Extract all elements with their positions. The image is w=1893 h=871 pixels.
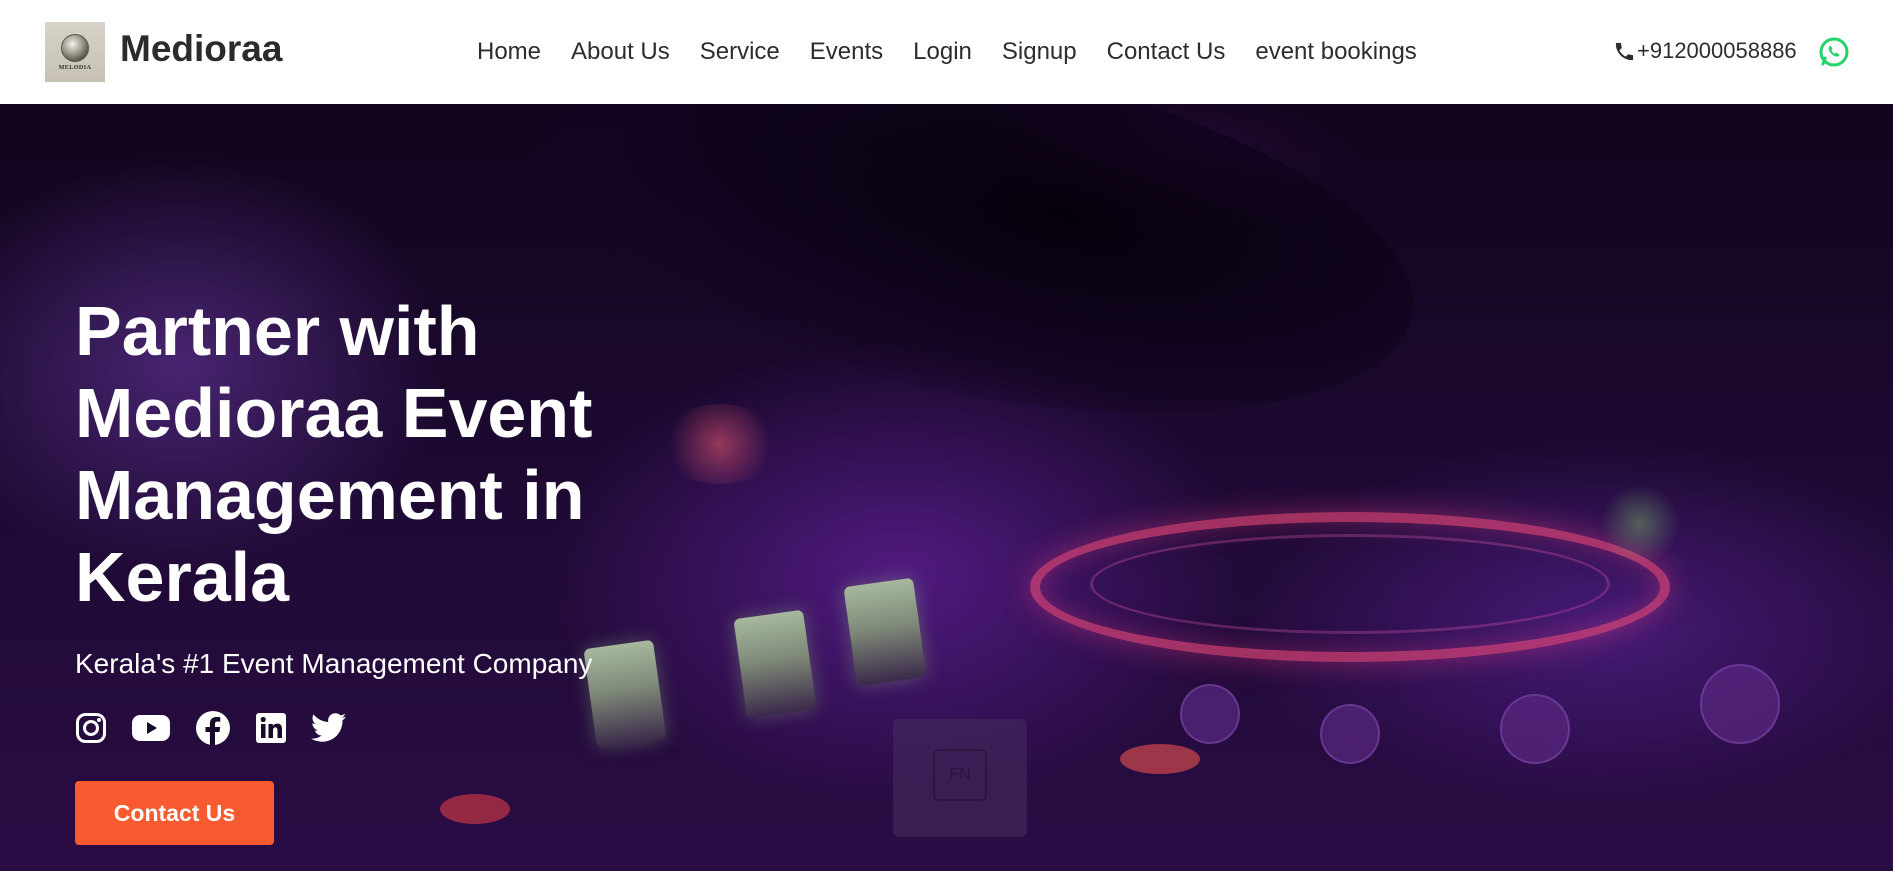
brand-name[interactable]: Medioraa — [120, 28, 282, 70]
nav-service[interactable]: Service — [700, 38, 780, 66]
hero-title: Partner with Medioraa Event Management i… — [75, 292, 593, 616]
twitter-icon[interactable] — [311, 713, 347, 743]
phone-number: +912000058886 — [1637, 38, 1797, 63]
nav-event-bookings[interactable]: event bookings — [1255, 38, 1416, 66]
navbar: MELODIA Medioraa Home About Us Service E… — [0, 0, 1893, 104]
logo-disc — [61, 33, 89, 62]
hero-background-glow — [1600, 484, 1680, 564]
contact-us-button[interactable]: Contact Us — [75, 781, 274, 845]
hero-background-knob — [1320, 704, 1380, 764]
hero-subtitle: Kerala's #1 Event Management Company — [75, 648, 593, 679]
hero-background-fader — [583, 639, 667, 749]
nav-contact-us[interactable]: Contact Us — [1107, 38, 1226, 66]
nav-signup[interactable]: Signup — [1002, 38, 1077, 66]
hero-background-knob — [1700, 664, 1780, 744]
hero-background-platter — [1030, 512, 1670, 662]
hero-section: FN Partner with Medioraa Event Managemen… — [0, 104, 1893, 871]
logo-text: MELODIA — [58, 64, 92, 71]
logo-image[interactable]: MELODIA — [45, 22, 105, 82]
nav-events[interactable]: Events — [810, 38, 883, 66]
instagram-icon[interactable] — [75, 712, 107, 744]
hero-background-glow — [1120, 744, 1200, 774]
nav-home[interactable]: Home — [477, 38, 541, 66]
nav-about-us[interactable]: About Us — [571, 38, 670, 66]
whatsapp-icon[interactable] — [1818, 36, 1850, 68]
hero-background-knob — [1500, 694, 1570, 764]
facebook-icon[interactable] — [195, 710, 231, 746]
linkedin-icon[interactable] — [255, 712, 287, 744]
fn-overlay-box — [893, 719, 1027, 837]
nav-login[interactable]: Login — [913, 38, 972, 66]
nav-menu: Home About Us Service Events Login Signu… — [477, 38, 1447, 66]
fn-key-icon: FN — [933, 749, 987, 801]
hero-background-platter-inner — [1090, 534, 1610, 634]
phone-icon — [1615, 42, 1634, 60]
phone-link[interactable]: +912000058886 — [1613, 38, 1797, 64]
hero-background-fader — [733, 609, 817, 719]
hero-background-fader — [843, 577, 927, 687]
hero-background-knob — [1180, 684, 1240, 744]
social-links — [75, 710, 371, 746]
youtube-icon[interactable] — [131, 713, 171, 743]
hero-background-glow — [440, 794, 510, 824]
